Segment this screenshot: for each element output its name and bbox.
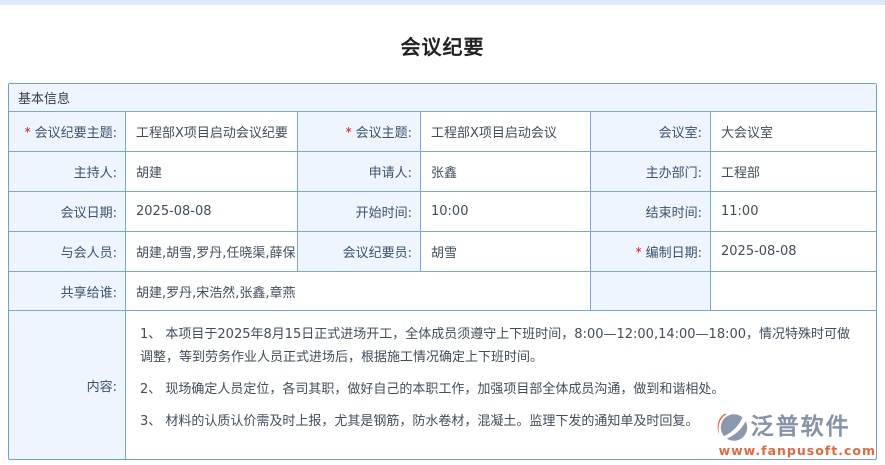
label-text: 主办部门: <box>645 166 702 181</box>
basic-info-panel: 基本信息 * 会议纪要主题: 工程部X项目启动会议纪要 * 会议主题: 工程部X… <box>8 83 877 460</box>
meeting-info-grid: * 会议纪要主题: 工程部X项目启动会议纪要 * 会议主题: 工程部X项目启动会… <box>9 112 876 459</box>
field-label-end-time: * 结束时间: <box>591 192 711 232</box>
field-label-minutes-subject: * 会议纪要主题: <box>9 112 126 152</box>
watermark-brand-text: 泛普软件 <box>750 413 851 440</box>
field-label-meeting-date: * 会议日期: <box>9 192 126 232</box>
value-text: 10:00 <box>431 204 469 219</box>
value-text: 胡建 <box>136 166 163 181</box>
label-text: 主持人: <box>73 166 117 181</box>
field-value-host-department: 工程部 <box>711 152 876 192</box>
field-label-meeting-subject: * 会议主题: <box>298 112 421 152</box>
field-value-meeting-date: 2025-08-08 <box>126 192 298 232</box>
value-text: 胡建,罗丹,宋浩然,张鑫,章燕 <box>136 285 296 301</box>
label-text: 会议纪要员: <box>342 246 412 261</box>
field-value-attendees: 胡建,胡雪,罗丹,任晓渠,薛保 <box>126 232 298 272</box>
field-label-applicant: * 申请人: <box>298 152 421 192</box>
label-text: 与会人员: <box>60 246 117 261</box>
value-text: 工程部X项目启动会议纪要 <box>136 126 288 141</box>
content-paragraph: 2、 现场确定人员定位，各司其职，做好自己的本职工作，加强项目部全体成员沟通，做… <box>140 382 725 397</box>
value-text: 胡雪 <box>431 246 458 261</box>
label-text: 共享给谁: <box>60 285 117 301</box>
field-label-content: 内容: <box>9 311 126 459</box>
empty-label-cell <box>591 272 711 311</box>
label-text: 内容: <box>86 379 117 395</box>
field-value-host: 胡建 <box>126 152 298 192</box>
field-label-host: * 主持人: <box>9 152 126 192</box>
label-text: 会议日期: <box>60 206 117 221</box>
label-text: 会议室: <box>658 126 702 141</box>
value-text: 2025-08-08 <box>136 204 212 219</box>
field-label-attendees: * 与会人员: <box>9 232 126 272</box>
value-text: 工程部X项目启动会议 <box>431 126 557 141</box>
field-value-share-with: 胡建,罗丹,宋浩然,张鑫,章燕 <box>126 272 591 311</box>
value-text: 胡建,胡雪,罗丹,任晓渠,薛保 <box>136 246 296 261</box>
fanpu-logo-icon <box>715 411 748 444</box>
value-text: 大会议室 <box>721 126 774 141</box>
label-text: 编制日期: <box>645 246 702 261</box>
field-value-minutes-recorder: 胡雪 <box>421 232 591 272</box>
value-text: 张鑫 <box>431 166 458 181</box>
label-text: 结束时间: <box>645 206 702 221</box>
field-label-compile-date: * 编制日期: <box>591 232 711 272</box>
top-accent-strip <box>0 0 885 5</box>
field-label-minutes-recorder: * 会议纪要员: <box>298 232 421 272</box>
field-value-meeting-subject: 工程部X项目启动会议 <box>421 112 591 152</box>
value-text: 2025-08-08 <box>721 244 797 259</box>
field-value-applicant: 张鑫 <box>421 152 591 192</box>
required-asterisk: * <box>24 124 31 139</box>
empty-value-cell <box>711 272 876 311</box>
label-text: 开始时间: <box>355 206 412 221</box>
field-value-end-time: 11:00 <box>711 192 876 232</box>
watermark-url-text: www.fanpusoft.com <box>718 442 876 458</box>
basic-info-header: 基本信息 <box>9 84 876 112</box>
label-text: 会议主题: <box>355 126 412 141</box>
value-text: 11:00 <box>721 204 759 219</box>
field-label-host-department: * 主办部门: <box>591 152 711 192</box>
field-value-start-time: 10:00 <box>421 192 591 232</box>
field-value-minutes-subject: 工程部X项目启动会议纪要 <box>126 112 298 152</box>
label-text: 申请人: <box>368 166 412 181</box>
field-value-meeting-room: 大会议室 <box>711 112 876 152</box>
label-text: 会议纪要主题: <box>34 126 117 141</box>
field-label-start-time: * 开始时间: <box>298 192 421 232</box>
field-label-share-with: 共享给谁: <box>9 272 126 311</box>
field-label-meeting-room: * 会议室: <box>591 112 711 152</box>
content-paragraph: 1、 本项目于2025年8月15日正式进场开工，全体成员须遵守上下班时间，8:0… <box>140 327 851 365</box>
field-value-compile-date: 2025-08-08 <box>711 232 876 272</box>
vendor-watermark: 泛普软件 www.fanpusoft.com <box>715 411 876 458</box>
page-title: 会议纪要 <box>400 35 485 59</box>
value-text: 工程部 <box>721 166 761 181</box>
required-asterisk: * <box>635 244 642 259</box>
required-asterisk: * <box>345 124 352 139</box>
